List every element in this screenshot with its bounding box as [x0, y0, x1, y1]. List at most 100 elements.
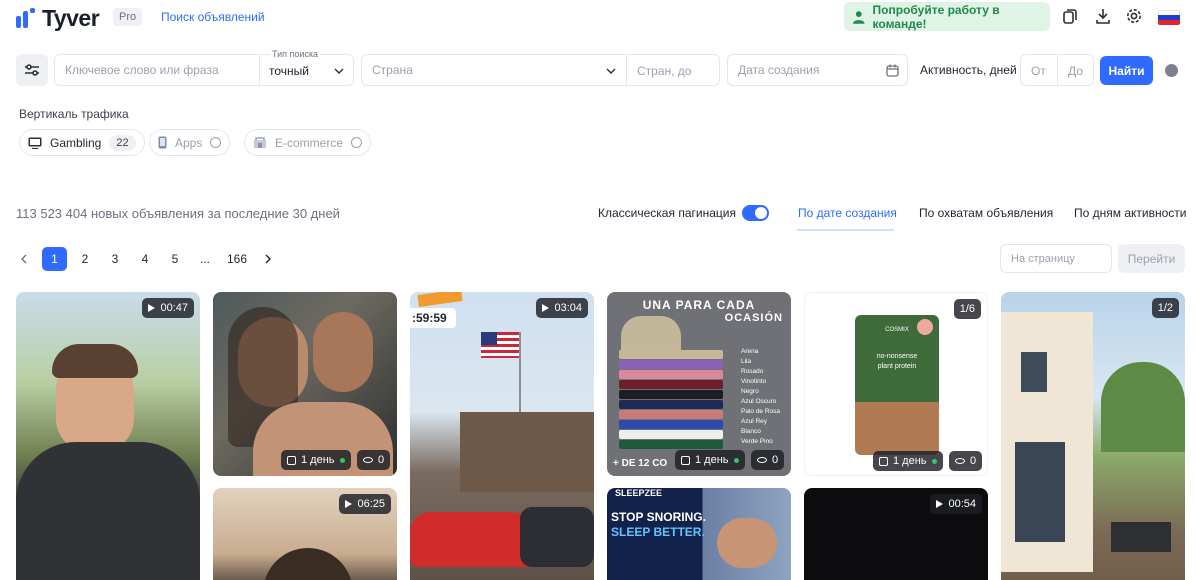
play-icon: [345, 500, 353, 508]
sort-by-date-tab[interactable]: По дате создания: [798, 206, 897, 220]
chip-label: Apps: [175, 135, 203, 150]
play-icon: [148, 304, 156, 312]
ad-image-face: [313, 312, 373, 392]
clock-icon: [210, 137, 222, 148]
chip-ecommerce[interactable]: E-commerce: [244, 129, 372, 156]
duration-text: 00:47: [160, 302, 188, 314]
ad-card[interactable]: 06:25: [213, 488, 397, 580]
find-button[interactable]: Найти: [1100, 56, 1153, 85]
chevron-right-icon[interactable]: [263, 254, 273, 264]
product-package-image: COSMIX no-nonsense plant protein: [855, 315, 939, 455]
product-name-line1: no-nonsense: [876, 353, 918, 360]
chip-gambling[interactable]: Gambling 22: [19, 129, 145, 156]
nav-search-ads[interactable]: Поиск объявлений: [161, 10, 265, 24]
ad-headline-line1: STOP SNORING.: [611, 510, 706, 524]
age-text: 1 день: [893, 455, 927, 467]
play-icon: [542, 304, 550, 312]
activity-from-input[interactable]: От: [1031, 64, 1046, 78]
team-icon: [853, 10, 865, 24]
product-seal: [917, 319, 933, 335]
country-select[interactable]: Страна: [362, 63, 413, 77]
sort-by-active-days-tab[interactable]: По дням активности: [1074, 206, 1186, 220]
counter-text: 1/2: [1157, 302, 1173, 314]
go-to-page-button[interactable]: Перейти: [1118, 244, 1185, 273]
duration-badge: 03:04: [536, 298, 588, 318]
settings-icon[interactable]: [1125, 7, 1143, 25]
filter-toggle-button[interactable]: [16, 54, 48, 86]
ad-card[interactable]: SLEEPZEE STOP SNORING. SLEEP BETTER.: [607, 488, 791, 580]
chip-label: Gambling: [50, 135, 102, 150]
keyword-input[interactable]: Ключевое слово или фраза: [55, 63, 219, 77]
chip-count: 22: [109, 134, 136, 151]
page-2[interactable]: 2: [73, 247, 97, 271]
views-badge: 0: [357, 450, 391, 470]
ad-card[interactable]: 1 день 0: [213, 292, 397, 476]
results-stats: 113 523 404 новых объявления за последни…: [16, 206, 340, 221]
play-icon: [936, 500, 944, 508]
try-team-button[interactable]: Попробуйте работу в команде!: [844, 2, 1050, 31]
shop-icon: [254, 137, 266, 148]
views-badge: 0: [949, 451, 983, 471]
try-team-label: Попробуйте работу в команде!: [872, 2, 1000, 31]
ad-image-shirt: [621, 316, 681, 354]
age-text: 1 день: [695, 454, 729, 466]
ad-image-building: [460, 412, 594, 492]
us-flag-image: [481, 332, 519, 358]
header: Tyver Pro Поиск объявлений Попробуйте ра…: [0, 0, 1196, 36]
classic-pagination-label: Классическая пагинация: [598, 206, 736, 220]
active-dot: [339, 457, 345, 463]
search-type-select[interactable]: точный: [269, 64, 309, 78]
activity-label: Активность, дней: [920, 63, 1017, 77]
page-4[interactable]: 4: [133, 247, 157, 271]
ad-card[interactable]: 1/2: [1001, 292, 1185, 580]
page-ellipsis: ...: [199, 252, 210, 266]
clear-filters-icon[interactable]: [1165, 64, 1178, 77]
page-1[interactable]: 1: [42, 247, 67, 271]
country-group: Страна Стран, до: [361, 54, 720, 86]
duration-text: 00:54: [948, 498, 976, 510]
chevron-down-icon: [606, 68, 616, 74]
views-text: 0: [970, 455, 977, 467]
page-last[interactable]: 166: [225, 247, 249, 271]
sliders-icon: [25, 64, 39, 76]
country-to-input[interactable]: Стран, до: [637, 64, 691, 78]
ad-card[interactable]: 00:54: [804, 488, 988, 580]
sort-by-reach-tab[interactable]: По охватам объявления: [919, 206, 1053, 220]
go-to-page-input[interactable]: На страницу: [1000, 244, 1112, 273]
ad-card[interactable]: COSMIX no-nonsense plant protein 1/6 1 д…: [804, 292, 988, 476]
duration-badge: 00:54: [930, 494, 982, 514]
active-dot: [733, 457, 739, 463]
ad-image-furniture: [1111, 522, 1171, 552]
views-text: 0: [772, 454, 779, 466]
copy-icon[interactable]: [1061, 7, 1079, 25]
product-name-line2: plant protein: [877, 363, 917, 370]
age-badge: 1 день: [675, 450, 745, 470]
calendar-icon: [879, 456, 888, 466]
views-badge: 0: [751, 450, 785, 470]
classic-pagination-toggle[interactable]: [742, 205, 769, 221]
calendar-icon: [886, 64, 899, 77]
flag-ru-icon[interactable]: [1158, 10, 1180, 25]
color-list: Arena Lila Rosado Vinotinto Negro Azul O…: [741, 347, 780, 447]
ad-footer-text: + DE 12 CO: [613, 458, 668, 469]
calendar-icon: [287, 455, 296, 465]
logo[interactable]: Tyver: [16, 5, 100, 32]
color-name: Lila: [741, 358, 752, 365]
active-tab-underline: [797, 229, 894, 231]
activity-to-input[interactable]: До: [1068, 64, 1083, 78]
download-icon[interactable]: [1094, 7, 1112, 25]
ad-image-dark-car: [520, 507, 594, 567]
chevron-left-icon[interactable]: [19, 254, 29, 264]
views-text: 0: [378, 454, 385, 466]
logo-icon: [16, 7, 38, 30]
chip-apps[interactable]: Apps: [149, 129, 231, 156]
ad-card[interactable]: 00:47: [16, 292, 200, 580]
page-5[interactable]: 5: [163, 247, 187, 271]
color-name: Azul Rey: [741, 418, 768, 425]
ad-card[interactable]: UNA PARA CADA OCASIÓN Arena Lila Rosado …: [607, 292, 791, 476]
ad-card[interactable]: :59:59 03:04: [410, 292, 594, 580]
color-name: Azul Oscuro: [741, 398, 777, 405]
date-created-input[interactable]: Дата создания: [727, 54, 908, 86]
page-3[interactable]: 3: [103, 247, 127, 271]
duration-badge: 06:25: [339, 494, 391, 514]
